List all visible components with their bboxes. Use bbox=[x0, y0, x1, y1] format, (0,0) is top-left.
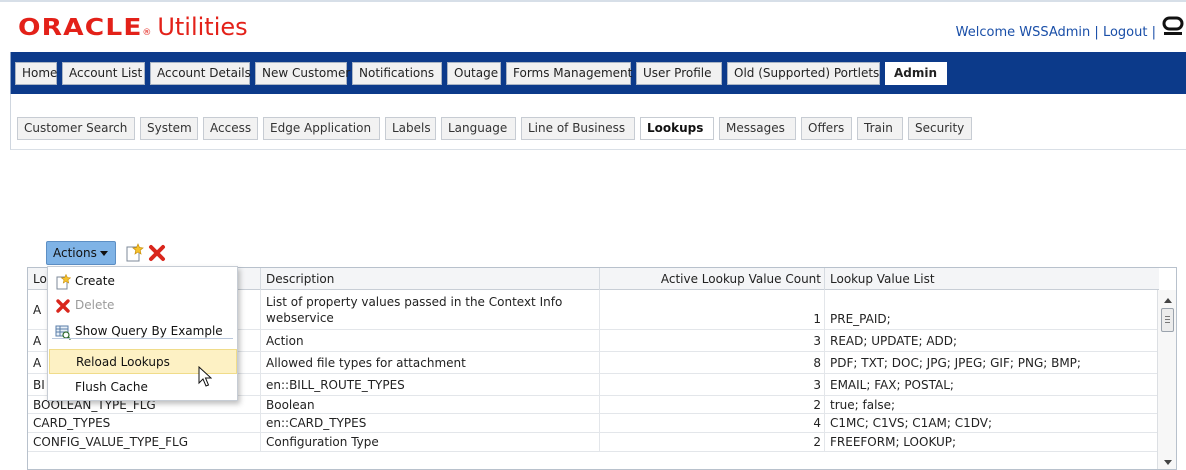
subtab-messages[interactable]: Messages bbox=[719, 117, 796, 140]
cell-values: PDF; TXT; DOC; JPG; JPEG; GIF; PNG; BMP; bbox=[830, 355, 1081, 370]
tab-old-supported-portlets[interactable]: Old (Supported) Portlets bbox=[727, 62, 880, 85]
subtab-customer-search[interactable]: Customer Search bbox=[17, 117, 135, 140]
cell-count: 3 bbox=[600, 330, 825, 351]
tab-forms-management[interactable]: Forms Management bbox=[506, 62, 632, 85]
delete-icon bbox=[56, 299, 70, 313]
cell-values: FREEFORM; LOOKUP; bbox=[830, 435, 957, 449]
admin-sub-navigation: Customer Search System Access Edge Appli… bbox=[10, 94, 1186, 150]
cell-description: Action bbox=[261, 330, 600, 351]
welcome-text: Welcome WSSAdmin bbox=[955, 25, 1091, 40]
scroll-up-icon[interactable] bbox=[1164, 298, 1172, 303]
scroll-thumb[interactable] bbox=[1161, 308, 1174, 332]
tab-user-profile[interactable]: User Profile bbox=[636, 62, 722, 85]
menu-separator bbox=[52, 338, 233, 339]
separator: | bbox=[1094, 25, 1099, 40]
create-icon[interactable] bbox=[124, 243, 144, 263]
cell-description: en::BILL_ROUTE_TYPES bbox=[261, 374, 600, 395]
tab-new-customer[interactable]: New Customer bbox=[255, 62, 350, 85]
main-navigation: Home Account List Account Details New Cu… bbox=[10, 52, 1186, 94]
cell-description: en::CARD_TYPES bbox=[261, 414, 600, 432]
column-header-active-count[interactable]: Active Lookup Value Count bbox=[600, 268, 825, 290]
column-header-lookup-value-list[interactable]: Lookup Value List bbox=[825, 268, 1159, 290]
table-row[interactable]: CONFIG_VALUE_TYPE_FLG Configuration Type… bbox=[28, 433, 1159, 452]
cell-lookup: CONFIG_VALUE_TYPE_FLG bbox=[28, 433, 261, 451]
menu-item-show-query-by-example[interactable]: Show Query By Example bbox=[48, 319, 237, 344]
cell-description: Boolean bbox=[261, 396, 600, 413]
tab-account-list[interactable]: Account List bbox=[62, 62, 145, 85]
user-area: Welcome WSSAdmin | Logout | bbox=[956, 25, 1156, 40]
cell-count: 3 bbox=[600, 374, 825, 395]
subtab-security[interactable]: Security bbox=[908, 117, 972, 140]
menu-item-label: Flush Cache bbox=[75, 380, 148, 394]
oracle-utilities-logo: ORACLE ® Utilities bbox=[18, 13, 248, 43]
logo-oracle-text: ORACLE bbox=[18, 15, 143, 41]
oracle-o-icon[interactable] bbox=[1162, 15, 1184, 37]
separator: | bbox=[1151, 25, 1156, 40]
actions-button[interactable]: Actions bbox=[46, 241, 116, 265]
menu-item-label: Create bbox=[75, 274, 115, 288]
mouse-pointer-icon bbox=[198, 366, 212, 387]
cell-values: PRE_PAID; bbox=[830, 312, 891, 326]
chevron-down-icon bbox=[100, 251, 108, 256]
cell-count: 1 bbox=[600, 290, 825, 329]
subtab-offers[interactable]: Offers bbox=[801, 117, 852, 140]
cell-count: 8 bbox=[600, 352, 825, 373]
subtab-access[interactable]: Access bbox=[203, 117, 258, 140]
column-header-description[interactable]: Description bbox=[261, 268, 600, 290]
cell-count: 2 bbox=[600, 433, 825, 451]
cell-description: Configuration Type bbox=[261, 433, 600, 451]
cell-description: Allowed file types for attachment bbox=[261, 352, 600, 373]
subtab-language[interactable]: Language bbox=[441, 117, 516, 140]
delete-icon[interactable] bbox=[147, 243, 167, 263]
cell-lookup: CARD_TYPES bbox=[28, 414, 261, 432]
tab-admin[interactable]: Admin bbox=[885, 62, 947, 85]
subtab-line-of-business[interactable]: Line of Business bbox=[521, 117, 635, 140]
cell-values: C1MC; C1VS; C1AM; C1DV; bbox=[830, 416, 993, 430]
subtab-train[interactable]: Train bbox=[857, 117, 903, 140]
cell-count: 4 bbox=[600, 414, 825, 432]
tab-notifications[interactable]: Notifications bbox=[352, 62, 442, 85]
cell-values: READ; UPDATE; ADD; bbox=[830, 333, 958, 348]
tab-account-details[interactable]: Account Details bbox=[150, 62, 251, 85]
cell-values: EMAIL; FAX; POSTAL; bbox=[830, 377, 954, 392]
subtab-edge-application[interactable]: Edge Application bbox=[263, 117, 380, 140]
cell-values: true; false; bbox=[830, 397, 896, 412]
vertical-scrollbar[interactable] bbox=[1157, 290, 1176, 469]
tab-outage[interactable]: Outage bbox=[447, 62, 501, 85]
scroll-down-icon[interactable] bbox=[1164, 460, 1172, 465]
logo-registered-mark: ® bbox=[142, 28, 152, 38]
create-icon bbox=[56, 274, 71, 290]
logo-product-text: Utilities bbox=[157, 13, 248, 41]
menu-item-label: Reload Lookups bbox=[76, 355, 170, 369]
actions-label: Actions bbox=[53, 246, 97, 260]
cell-count: 2 bbox=[600, 396, 825, 413]
subtab-labels[interactable]: Labels bbox=[385, 117, 436, 140]
menu-item-create[interactable]: Create bbox=[48, 269, 237, 294]
cell-description: List of property values passed in the Co… bbox=[261, 290, 600, 329]
logout-link[interactable]: Logout bbox=[1103, 25, 1148, 40]
menu-item-delete[interactable]: Delete bbox=[48, 293, 237, 318]
top-border bbox=[0, 0, 1186, 5]
subtab-system[interactable]: System bbox=[140, 117, 198, 140]
menu-item-label: Show Query By Example bbox=[75, 324, 223, 338]
menu-item-label: Delete bbox=[75, 298, 115, 312]
table-row[interactable]: CARD_TYPES en::CARD_TYPES 4 C1MC; C1VS; … bbox=[28, 414, 1159, 433]
subtab-lookups[interactable]: Lookups bbox=[640, 117, 714, 140]
tab-home[interactable]: Home bbox=[15, 62, 57, 85]
